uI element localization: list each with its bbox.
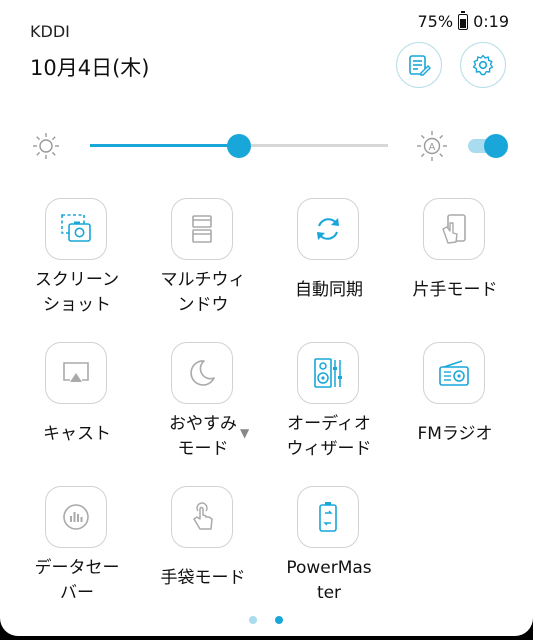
expand-caret-icon[interactable]: ▼ bbox=[240, 426, 249, 440]
tile-label: スクリーン ショット bbox=[34, 270, 120, 315]
one-hand-icon bbox=[442, 214, 466, 244]
moon-icon bbox=[190, 360, 215, 386]
tile-icon-box bbox=[45, 342, 107, 404]
auto-brightness-icon: A bbox=[417, 131, 447, 161]
tile-icon-box bbox=[171, 198, 233, 260]
auto-brightness-toggle[interactable] bbox=[468, 134, 508, 158]
tile-glove-mode[interactable]: 手袋モード bbox=[140, 486, 266, 626]
glove-icon bbox=[193, 502, 213, 530]
tile-icon-box bbox=[423, 198, 485, 260]
tile-fm-radio[interactable]: FMラジオ bbox=[392, 342, 518, 482]
date-label: 10月4日(木) bbox=[30, 56, 150, 80]
tile-icon-box bbox=[171, 342, 233, 404]
brightness-low-icon bbox=[33, 133, 59, 159]
tile-label: FMラジオ bbox=[417, 424, 493, 444]
speaker-icon bbox=[314, 358, 342, 388]
tile-cast[interactable]: キャスト bbox=[14, 342, 140, 482]
screenshot-icon bbox=[61, 214, 91, 242]
tile-icon-box bbox=[297, 486, 359, 548]
data-saver-icon bbox=[63, 504, 89, 530]
quick-settings-panel: KDDI 75% 0:19 10月4日(木) A スクリーン ショット マルチウ… bbox=[0, 0, 533, 636]
tile-icon-box bbox=[171, 486, 233, 548]
brightness-fill bbox=[90, 144, 239, 147]
battery-fill bbox=[460, 19, 467, 28]
tile-label: データセー バー bbox=[34, 558, 120, 603]
tile-icon-box bbox=[45, 486, 107, 548]
tile-label: PowerMas ter bbox=[286, 558, 372, 603]
tile-auto-sync[interactable]: 自動同期 bbox=[266, 198, 392, 338]
tile-icon-box bbox=[45, 198, 107, 260]
battery-percent: 75% bbox=[417, 12, 454, 31]
multi-window-icon bbox=[192, 215, 212, 243]
tile-multi-window[interactable]: マルチウィ ンドウ bbox=[140, 198, 266, 338]
brightness-thumb[interactable] bbox=[227, 134, 251, 158]
carrier-name: KDDI bbox=[30, 22, 70, 41]
tile-label: キャスト bbox=[43, 424, 111, 444]
page-dot-1[interactable] bbox=[249, 616, 257, 624]
settings-button[interactable] bbox=[460, 42, 506, 88]
tile-screenshot[interactable]: スクリーン ショット bbox=[14, 198, 140, 338]
battery-icon bbox=[458, 10, 469, 30]
tile-icon-box bbox=[297, 198, 359, 260]
tile-one-hand[interactable]: 片手モード bbox=[392, 198, 518, 338]
battery-icon bbox=[319, 502, 337, 532]
sync-icon bbox=[317, 218, 339, 240]
status-area: 75% 0:19 bbox=[417, 10, 509, 31]
tile-label: 自動同期 bbox=[295, 280, 363, 300]
brightness-row: A bbox=[0, 120, 533, 170]
page-indicator bbox=[0, 616, 533, 628]
edit-list-icon bbox=[409, 55, 431, 76]
edit-button[interactable] bbox=[396, 42, 442, 88]
clock: 0:19 bbox=[473, 12, 509, 31]
tile-power-master[interactable]: PowerMas ter bbox=[266, 486, 392, 626]
tile-audio-wizard[interactable]: オーディオ ウィザード bbox=[266, 342, 392, 482]
radio-icon bbox=[439, 360, 469, 386]
tile-label: 手袋モード bbox=[160, 568, 246, 588]
tile-data-saver[interactable]: データセー バー bbox=[14, 486, 140, 626]
tile-icon-box bbox=[297, 342, 359, 404]
svg-text:A: A bbox=[429, 142, 436, 153]
tile-label: オーディオ ウィザード bbox=[286, 414, 372, 459]
page-dot-2[interactable] bbox=[275, 616, 283, 624]
tile-icon-box bbox=[423, 342, 485, 404]
tile-label: マルチウィ ンドウ bbox=[160, 270, 246, 315]
tile-do-not-disturb[interactable]: おやすみ モード ▼ bbox=[140, 342, 266, 482]
tile-label: 片手モード bbox=[412, 280, 498, 300]
toggle-knob bbox=[484, 134, 508, 158]
gear-icon bbox=[472, 54, 494, 76]
cast-icon bbox=[63, 362, 89, 382]
